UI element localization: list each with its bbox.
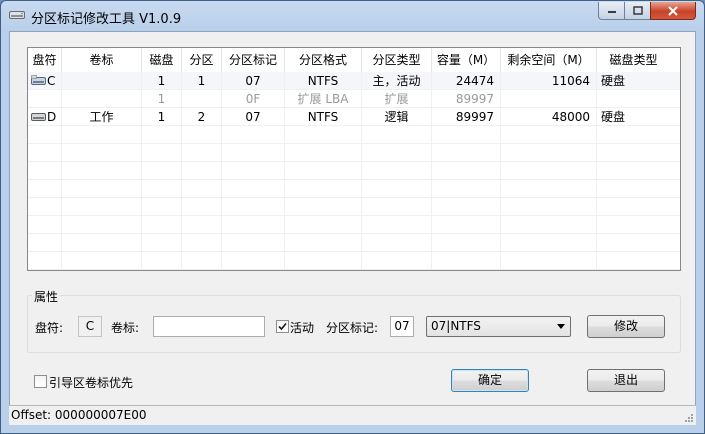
empty-row <box>28 252 680 270</box>
column-header[interactable]: 分区 <box>182 48 222 72</box>
active-label[interactable]: 活动 <box>290 319 314 336</box>
drive-cell: C <box>28 72 62 89</box>
format-cell: NTFS <box>285 72 362 89</box>
status-offset: Offset: 000000007E00 <box>11 408 147 422</box>
free-cell: 11064 <box>501 72 597 89</box>
empty-row <box>28 162 680 180</box>
format-cell: 扩展 LBA <box>285 90 362 107</box>
disk-type-cell: 硬盘 <box>601 74 626 88</box>
list-rows: C 1 1 07 NTFS 主，活动 24474 11064 硬盘 1 0F 扩… <box>28 72 680 270</box>
active-checkbox[interactable] <box>276 320 289 333</box>
exit-button[interactable]: 退出 <box>587 369 665 392</box>
table-row[interactable]: D 工作 1 2 07 NTFS 逻辑 89997 48000 硬盘 <box>28 108 680 126</box>
capacity-cell: 89997 <box>432 90 501 107</box>
column-header[interactable]: 剩余空间（M） <box>501 48 597 72</box>
mark-cell: 07 <box>222 72 285 89</box>
drive-field: C <box>78 316 102 337</box>
partition-list[interactable]: 盘符 卷标 磁盘 分区 分区标记 分区格式 分区类型 容量（M） 剩余空间（M）… <box>27 47 681 271</box>
format-dropdown[interactable]: 07|NTFS <box>426 316 571 337</box>
drive-letter: D <box>47 109 57 124</box>
mark-label: 分区标记: <box>326 321 379 335</box>
empty-row <box>28 216 680 234</box>
volume-cell <box>62 72 142 89</box>
window-title: 分区标记修改工具 V1.0.9 <box>31 12 182 27</box>
mark-cell: 07 <box>222 108 285 125</box>
client-area: 盘符 卷标 磁盘 分区 分区标记 分区格式 分区类型 容量（M） 剩余空间（M）… <box>9 31 696 425</box>
capacity-cell: 24474 <box>432 72 501 89</box>
volume-input[interactable] <box>153 316 265 337</box>
list-header: 盘符 卷标 磁盘 分区 分区标记 分区格式 分区类型 容量（M） 剩余空间（M）… <box>28 48 680 73</box>
minimize-button[interactable] <box>598 2 625 20</box>
partition-cell: 1 <box>182 72 222 89</box>
empty-row <box>28 234 680 252</box>
capacity-cell: 89997 <box>432 108 501 125</box>
status-bar: Offset: 000000007E00 <box>9 405 696 425</box>
column-header[interactable]: 卷标 <box>62 48 142 72</box>
close-button[interactable] <box>650 2 696 20</box>
column-header[interactable]: 磁盘类型 <box>597 48 670 72</box>
column-header[interactable]: 分区标记 <box>222 48 285 72</box>
table-row[interactable]: C 1 1 07 NTFS 主，活动 24474 11064 硬盘 <box>28 72 680 90</box>
partition-cell <box>182 90 222 107</box>
table-row[interactable]: 1 0F 扩展 LBA 扩展 89997 <box>28 90 680 108</box>
disk-type-cell <box>597 90 670 107</box>
disk-cell: 1 <box>142 108 182 125</box>
column-header[interactable]: 磁盘 <box>142 48 182 72</box>
volume-cell: 工作 <box>62 108 142 125</box>
disk-cell: 1 <box>142 90 182 107</box>
column-header[interactable]: 容量（M） <box>432 48 501 72</box>
mark-cell: 0F <box>222 90 285 107</box>
drive-label: 盘符: <box>35 321 64 335</box>
column-header[interactable]: 分区格式 <box>285 48 362 72</box>
column-header[interactable]: 分区类型 <box>362 48 432 72</box>
disk-cell: 1 <box>142 72 182 89</box>
volume-cell <box>62 90 142 107</box>
partition-cell: 2 <box>182 108 222 125</box>
drive-letter: C <box>47 73 56 88</box>
type-cell: 逻辑 <box>362 108 432 125</box>
chevron-down-icon <box>557 324 565 329</box>
disk-icon <box>31 75 46 85</box>
mark-input[interactable]: 07 <box>390 316 414 337</box>
title-bar[interactable]: 分区标记修改工具 V1.0.9 <box>1 1 704 31</box>
drive-cell <box>28 90 62 107</box>
checkmark-icon <box>278 322 287 331</box>
boot-priority-checkbox[interactable] <box>34 375 47 388</box>
column-header[interactable]: 盘符 <box>28 48 62 72</box>
modify-button[interactable]: 修改 <box>587 315 665 338</box>
disk-type-cell: 硬盘 <box>601 110 626 124</box>
format-cell: NTFS <box>285 108 362 125</box>
boot-priority-label[interactable]: 引导区卷标优先 <box>49 374 133 391</box>
volume-label: 卷标: <box>111 321 140 335</box>
type-cell: 扩展 <box>362 90 432 107</box>
type-cell: 主，活动 <box>362 72 432 89</box>
empty-row <box>28 144 680 162</box>
resize-grip-icon[interactable] <box>684 413 694 423</box>
format-dropdown-value: 07|NTFS <box>431 319 481 333</box>
empty-row <box>28 126 680 144</box>
free-cell <box>501 90 597 107</box>
empty-row <box>28 180 680 198</box>
ok-button[interactable]: 确定 <box>451 369 529 392</box>
empty-row <box>28 198 680 216</box>
disk-icon <box>31 113 46 121</box>
maximize-button[interactable] <box>624 2 651 20</box>
properties-group-title: 属性 <box>32 288 61 305</box>
main-window: 分区标记修改工具 V1.0.9 盘符 卷标 磁盘 分区 分区标记 分区格式 分区… <box>0 0 705 434</box>
maximize-icon <box>632 5 643 15</box>
free-cell: 48000 <box>501 108 597 125</box>
disk-icon <box>9 11 25 19</box>
close-icon <box>668 5 678 16</box>
minimize-icon <box>607 10 616 13</box>
drive-cell: D <box>28 108 62 125</box>
